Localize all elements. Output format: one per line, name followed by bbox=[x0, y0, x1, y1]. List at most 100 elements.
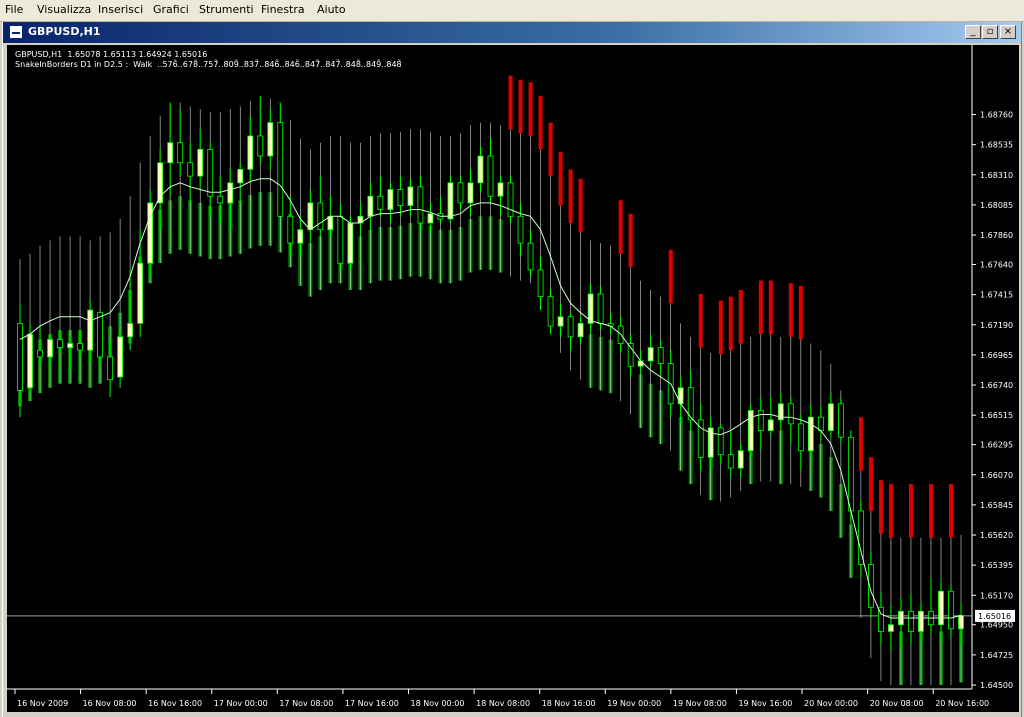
chart-canvas[interactable]: 1.68760 1.68535 1.68310 1.68085 1.67860 1.676… bbox=[7, 45, 1019, 712]
band-bar-red bbox=[618, 200, 623, 254]
window-title-bar[interactable]: GBPUSD,H1 _ ▫ × bbox=[3, 22, 1021, 43]
band-bar-red bbox=[798, 285, 803, 340]
band-bar-red bbox=[508, 75, 513, 130]
close-button[interactable]: × bbox=[1000, 25, 1016, 39]
band-bar-red bbox=[558, 152, 563, 206]
menu-file[interactable]: File bbox=[5, 3, 23, 16]
y-tick-label: 1.65620 bbox=[980, 531, 1013, 540]
x-tick-label: 16 Nov 16:00 bbox=[148, 699, 202, 708]
candle-bull bbox=[467, 182, 474, 204]
candle-bear bbox=[277, 122, 284, 217]
band-bar-red bbox=[908, 484, 913, 538]
band-bar-red bbox=[718, 300, 723, 355]
band-bar-red bbox=[788, 283, 793, 337]
candle-bull bbox=[347, 222, 354, 264]
candle-bull bbox=[888, 624, 894, 632]
menu-bar: File Visualizza Inserisci Grafici Strume… bbox=[0, 0, 1024, 22]
band-bar-red bbox=[568, 169, 573, 223]
candle-bear bbox=[287, 215, 294, 244]
candle-bull bbox=[427, 213, 434, 224]
menu-grafici[interactable]: Grafici bbox=[153, 3, 189, 16]
restore-button[interactable]: ▫ bbox=[982, 25, 998, 39]
candle-bull bbox=[167, 142, 174, 164]
x-tick-label: 16 Nov 2009 bbox=[17, 699, 68, 708]
candle-bull bbox=[387, 189, 394, 211]
menu-inserisci[interactable]: Inserisci bbox=[98, 3, 143, 16]
band-bar-red bbox=[758, 280, 763, 335]
band-bar-red bbox=[548, 122, 553, 177]
candle-bear bbox=[817, 416, 824, 431]
band-bar-red bbox=[878, 480, 883, 534]
candle-bear bbox=[527, 242, 534, 271]
candle-bull bbox=[237, 169, 244, 184]
band-bar-red bbox=[858, 417, 863, 471]
x-tick-label: 19 Nov 08:00 bbox=[673, 699, 727, 708]
y-tick-label: 1.66295 bbox=[980, 441, 1013, 450]
ohlc-readout: GBPUSD,H1 1.65078 1.65113 1.64924 1.6501… bbox=[15, 50, 208, 59]
y-tick-label: 1.65170 bbox=[980, 591, 1013, 600]
y-tick-label: 1.65395 bbox=[980, 561, 1013, 570]
candle-bull bbox=[447, 182, 454, 220]
menu-visualizza[interactable]: Visualizza bbox=[37, 3, 91, 16]
candle-bull bbox=[958, 614, 964, 630]
band-bar-red bbox=[948, 484, 953, 538]
candle-bull bbox=[307, 202, 314, 231]
candle-bear bbox=[908, 610, 914, 632]
candle-bear bbox=[37, 349, 43, 358]
candle-bear bbox=[787, 403, 794, 425]
candle-bear bbox=[397, 189, 404, 206]
band-bar-red bbox=[518, 79, 523, 134]
menu-aiuto[interactable]: Aiuto bbox=[317, 3, 346, 16]
y-tick-label: 1.67640 bbox=[980, 261, 1013, 270]
candle-bear bbox=[727, 454, 734, 469]
candle-bear bbox=[537, 269, 544, 298]
x-tick-label: 20 Nov 00:00 bbox=[804, 699, 858, 708]
candle-bull bbox=[637, 360, 644, 367]
y-tick-label: 1.64725 bbox=[980, 651, 1013, 660]
indicator-readout: SnakeInBorders D1 in D2.5 : Walk ..576̃.… bbox=[15, 60, 402, 69]
candle-bull bbox=[227, 182, 234, 204]
candle-bear bbox=[567, 316, 574, 338]
y-tick-label: 1.65845 bbox=[980, 501, 1013, 510]
x-tick-label: 20 Nov 08:00 bbox=[870, 699, 924, 708]
candle-bear bbox=[948, 590, 954, 630]
candle-bull bbox=[87, 309, 93, 351]
y-tick-label: 1.64950 bbox=[980, 621, 1013, 630]
candle-bull bbox=[27, 333, 33, 389]
menu-finestra[interactable]: Finestra bbox=[261, 3, 305, 16]
minimize-button[interactable]: _ bbox=[965, 25, 981, 39]
candle-bull bbox=[247, 135, 254, 170]
x-tick-label: 19 Nov 16:00 bbox=[738, 699, 792, 708]
price-tag-label: 1.65016 bbox=[978, 612, 1011, 621]
band-bar-red bbox=[928, 484, 933, 538]
candle-bull bbox=[117, 336, 124, 378]
candle-bear bbox=[797, 423, 804, 452]
candle-bull bbox=[807, 416, 814, 452]
x-tick-label: 20 Nov 16:00 bbox=[935, 699, 989, 708]
menu-strumenti[interactable]: Strumenti bbox=[199, 3, 254, 16]
candle-bear bbox=[457, 182, 464, 204]
x-tick-label: 19 Nov 00:00 bbox=[607, 699, 661, 708]
band-bar-red bbox=[768, 280, 773, 335]
candle-bull bbox=[577, 323, 584, 338]
y-tick-label: 1.68085 bbox=[980, 201, 1013, 210]
chart-info: GBPUSD,H1 1.65078 1.65113 1.64924 1.6501… bbox=[15, 50, 402, 70]
price-chart[interactable]: 1.68760 1.68535 1.68310 1.68085 1.67860 1.676… bbox=[7, 45, 1019, 712]
candle-bull bbox=[127, 323, 134, 338]
candle-bear bbox=[257, 135, 264, 157]
candle-bull bbox=[767, 419, 774, 431]
band-bar-red bbox=[668, 249, 673, 304]
chart-window-icon[interactable] bbox=[9, 25, 23, 39]
candle-bear bbox=[207, 148, 214, 197]
x-tick-label: 18 Nov 08:00 bbox=[476, 699, 530, 708]
candle-bear bbox=[17, 323, 23, 391]
y-tick-label: 1.64500 bbox=[980, 681, 1013, 690]
candle-bear bbox=[77, 343, 83, 351]
candle-bear bbox=[97, 312, 103, 358]
candle-bull bbox=[557, 316, 564, 327]
candle-bear bbox=[337, 215, 344, 264]
candle-bull bbox=[477, 155, 484, 184]
candle-bull bbox=[497, 182, 504, 197]
y-tick-label: 1.66070 bbox=[980, 471, 1013, 480]
x-tick-label: 18 Nov 00:00 bbox=[411, 699, 465, 708]
